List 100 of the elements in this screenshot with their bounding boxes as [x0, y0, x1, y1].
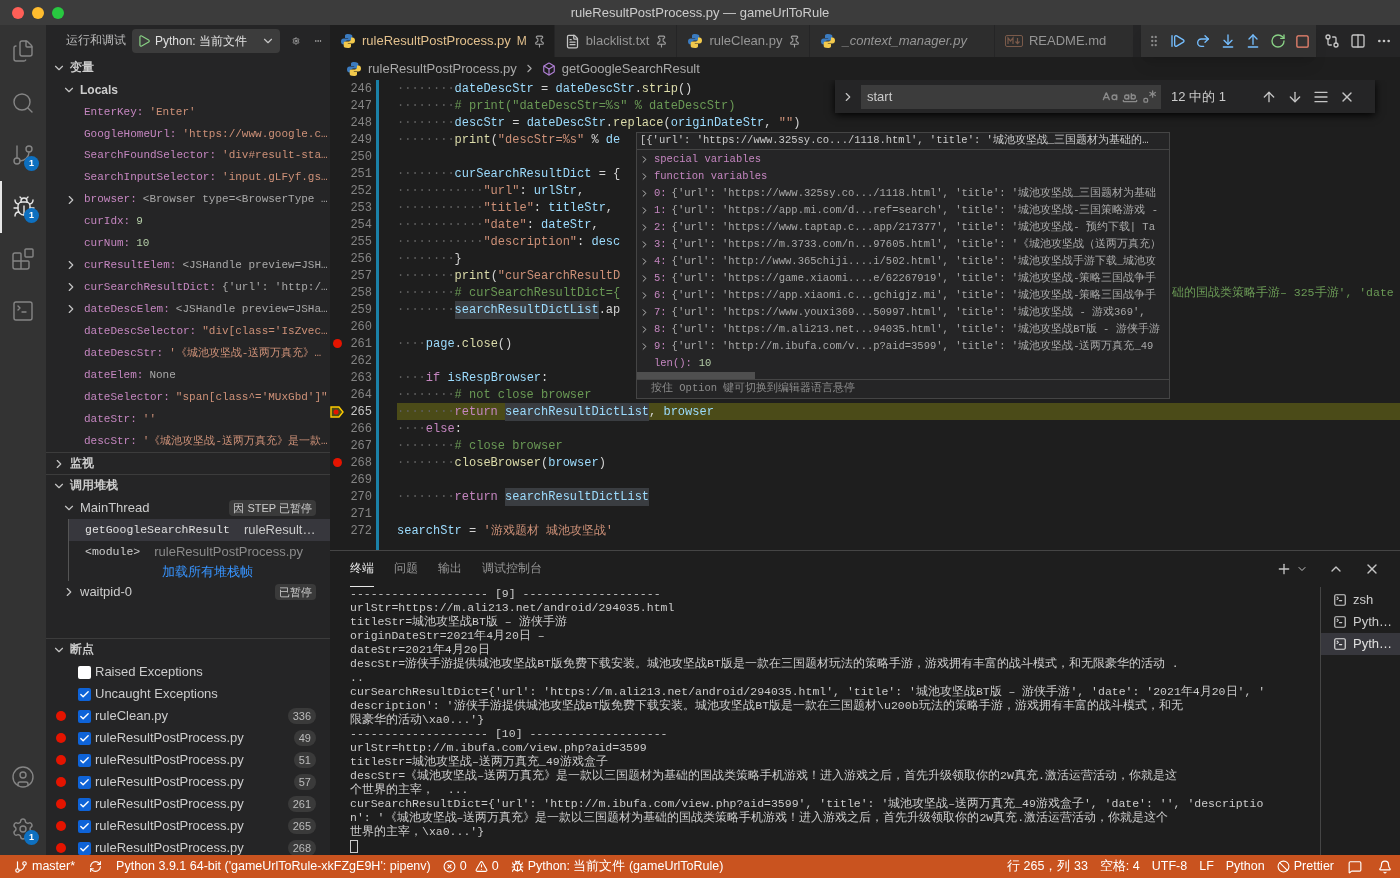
variable-name[interactable]: curResultElem: [84, 257, 177, 274]
find-input[interactable]: start [861, 84, 1161, 109]
variable-name[interactable]: dateDescStr: [84, 344, 164, 362]
notifications-icon[interactable] [1378, 859, 1392, 874]
checkbox[interactable] [78, 731, 91, 745]
pin-icon[interactable] [788, 34, 802, 48]
checkbox[interactable] [78, 753, 91, 767]
panel-tab[interactable]: 输出 [438, 551, 462, 587]
launch-button[interactable]: Python: 当前文件 (gameUrlToRule) [504, 855, 730, 878]
continue-icon[interactable] [1170, 33, 1186, 49]
stop-icon[interactable] [1295, 33, 1310, 49]
formatter-button[interactable]: Prettier [1270, 855, 1340, 878]
checkbox[interactable] [78, 665, 91, 679]
pin-icon[interactable] [655, 34, 669, 48]
variable-name[interactable]: SearchFoundSelector: [84, 147, 217, 164]
editor-tab[interactable]: _context_manager.py [810, 25, 995, 57]
editor-tab[interactable]: blacklist.txt [554, 25, 678, 57]
checkbox[interactable] [78, 775, 91, 789]
section-header[interactable]: 调用堆栈 [70, 477, 118, 495]
files-icon[interactable] [11, 39, 35, 63]
launch-config-dropdown[interactable]: Python: 当前文件 [132, 29, 281, 53]
scope-label[interactable]: Locals [80, 80, 118, 99]
terminal-session[interactable]: zsh [1321, 589, 1400, 611]
item-index[interactable]: 2: [654, 219, 667, 236]
variable-name[interactable]: dateElem: [84, 366, 144, 384]
breadcrumb[interactable]: ruleResultPostProcess.py [368, 58, 517, 79]
item-index[interactable]: 8: [654, 321, 667, 338]
variable-name[interactable]: EnterKey: [84, 103, 144, 121]
checkbox[interactable] [78, 841, 91, 855]
variable-name[interactable]: GoogleHomeUrl: [84, 125, 177, 143]
indentation[interactable]: 空格: 4 [1093, 855, 1146, 878]
variable-name[interactable]: descStr: [84, 432, 137, 450]
line-ending[interactable]: LF [1193, 855, 1220, 878]
section-header[interactable]: 监视 [70, 454, 94, 473]
variable-name[interactable]: dateStr: [84, 410, 137, 428]
branch-button[interactable]: master* [8, 855, 82, 878]
variable-name[interactable]: browser: [84, 191, 137, 208]
terminal-icon[interactable] [11, 299, 35, 323]
section-header[interactable]: 断点 [70, 641, 94, 659]
load-more-link[interactable]: 加载所有堆栈帧 [162, 562, 253, 582]
checkbox[interactable] [78, 797, 91, 811]
editor-tab[interactable]: ruleClean.py [677, 25, 811, 57]
variable-name[interactable]: dateDescElem: [84, 301, 170, 318]
variable-name[interactable]: SearchInputSelector: [84, 169, 217, 186]
breadcrumb[interactable]: getGoogleSearchResult [561, 58, 700, 79]
section-header[interactable]: 变量 [70, 59, 94, 77]
editor-tab[interactable]: README.md [994, 25, 1135, 57]
variable-name[interactable]: curSearchResultDict: [84, 279, 217, 296]
variable-name[interactable]: dateSelector: [84, 388, 170, 406]
extensions-icon[interactable] [11, 247, 35, 271]
regex-icon[interactable] [1142, 89, 1157, 104]
checkbox[interactable] [78, 819, 91, 833]
item-index[interactable]: 3: [654, 236, 667, 253]
item-index[interactable]: 7: [654, 304, 667, 321]
item-index[interactable]: 9: [654, 338, 667, 355]
step-over-icon[interactable] [1195, 33, 1211, 49]
panel-tab[interactable]: 调试控制台 [482, 551, 542, 587]
checkbox[interactable] [78, 709, 91, 723]
bug-icon[interactable] [12, 195, 36, 219]
split-editor-icon[interactable] [1350, 33, 1366, 49]
pin-icon[interactable] [532, 34, 546, 48]
settings-icon[interactable] [11, 817, 35, 841]
account-icon[interactable] [11, 765, 35, 789]
editor-tab[interactable]: ruleResultPostProcess.py M [330, 25, 555, 57]
panel-tab[interactable]: 终端 [350, 551, 374, 587]
encoding[interactable]: UTF-8 [1145, 855, 1194, 878]
step-out-icon[interactable] [1245, 33, 1261, 49]
maximize-window-icon[interactable] [52, 7, 64, 19]
problems-button[interactable]: 0 0 [436, 855, 505, 878]
item-index[interactable]: 5: [654, 270, 667, 287]
cursor-position[interactable]: 行 265，列 33 [1001, 855, 1094, 878]
item-index[interactable]: 6: [654, 287, 667, 304]
minimize-window-icon[interactable] [32, 7, 44, 19]
variable-group[interactable]: special variables [654, 151, 762, 168]
compare-icon[interactable] [1324, 33, 1340, 49]
stack-frame[interactable]: getGoogleSearchResult ruleResult… [68, 519, 330, 541]
search-icon[interactable] [11, 91, 35, 115]
close-window-icon[interactable] [12, 7, 24, 19]
thread-name[interactable]: waitpid-0 [80, 582, 271, 602]
item-index[interactable]: 0: [654, 185, 667, 202]
variable-group[interactable]: function variables [654, 168, 768, 185]
item-index[interactable]: 1: [654, 202, 667, 219]
terminal-session[interactable]: Pyth… [1321, 633, 1400, 655]
variable-name[interactable]: curNum: [84, 235, 131, 252]
feedback-icon[interactable] [1348, 859, 1362, 874]
scrollbar-thumb[interactable] [637, 372, 755, 379]
variable-name[interactable]: curIdx: [84, 213, 131, 230]
branch-icon[interactable] [11, 143, 35, 167]
variable-name[interactable]: dateDescSelector: [84, 322, 197, 340]
panel-tab[interactable]: 问题 [394, 551, 418, 587]
checkbox[interactable] [78, 687, 91, 701]
item-index[interactable]: 4: [654, 253, 667, 270]
sync-icon[interactable] [89, 860, 103, 873]
step-into-icon[interactable] [1220, 33, 1236, 49]
new-terminal-icon[interactable] [1276, 561, 1292, 577]
thread-name[interactable]: MainThread [80, 498, 226, 518]
interpreter-button[interactable]: Python 3.9.1 64-bit ('gameUrlToRule-xkFZgE9H': pipenv) [110, 855, 437, 878]
restart-icon[interactable] [1270, 33, 1286, 49]
language-mode[interactable]: Python [1219, 855, 1271, 878]
terminal-session[interactable]: Pyth… [1321, 611, 1400, 633]
